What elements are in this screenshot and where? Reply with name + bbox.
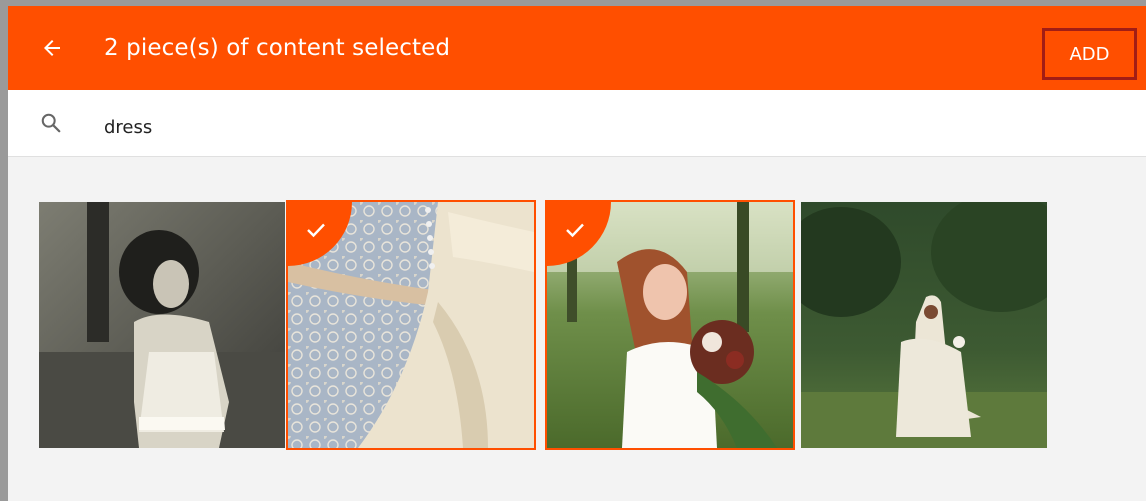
arrow-left-icon [44, 40, 60, 56]
result-tile-4[interactable] [801, 202, 1047, 448]
photo-bride-forest [801, 202, 1047, 448]
back-button[interactable] [32, 28, 72, 68]
results-grid [39, 200, 1048, 450]
selection-header: 2 piece(s) of content selected ADD [8, 6, 1146, 90]
add-button[interactable]: ADD [1042, 28, 1137, 80]
result-tile-3[interactable] [545, 200, 795, 450]
search-input[interactable] [104, 114, 504, 140]
result-tile-1[interactable] [39, 202, 285, 448]
check-icon [307, 223, 325, 238]
check-icon [566, 223, 584, 238]
selection-count-title: 2 piece(s) of content selected [104, 35, 451, 61]
photo-woman-bw-dress [39, 202, 285, 448]
result-tile-2[interactable] [286, 200, 536, 450]
search-icon [41, 113, 61, 133]
search-bar [8, 90, 1146, 157]
